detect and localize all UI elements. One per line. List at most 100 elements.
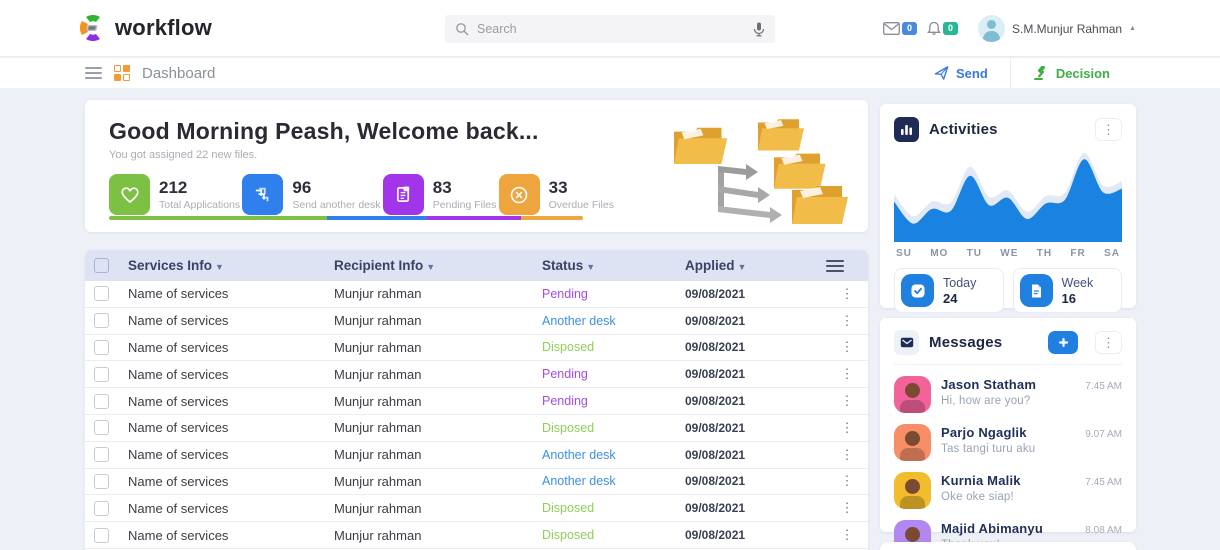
column-status[interactable]: Status ▼ [542, 258, 685, 273]
row-menu-icon[interactable]: ⋮ [826, 473, 868, 489]
table-header: Services Info ▼ Recipient Info ▼ Status ▼ A… [85, 250, 868, 281]
day-label: FR [1070, 248, 1086, 259]
day-label: TH [1036, 248, 1053, 259]
status-cell: Pending [542, 286, 588, 301]
table-row[interactable]: Name of services Munjur rahman Disposed 09/… [85, 495, 868, 523]
plus-icon [1058, 338, 1068, 347]
send-button[interactable]: Send [912, 58, 1011, 88]
column-services-info[interactable]: Services Info ▼ [128, 258, 334, 273]
table-row[interactable]: Name of services Munjur rahman Pending 09/0… [85, 281, 868, 308]
row-menu-icon[interactable]: ⋮ [826, 339, 868, 355]
avatar [894, 472, 931, 509]
decision-button[interactable]: Decision [1010, 58, 1132, 88]
activities-title: Activities [929, 121, 998, 138]
recipient-cell: Munjur rahman [334, 473, 422, 489]
message-time: 9.07 AM [1085, 429, 1122, 440]
status-cell: Another desk [542, 313, 616, 328]
today-card[interactable]: Today 24 [894, 268, 1004, 313]
messages-header: Messages ⋮ [894, 330, 1122, 365]
navbar-left: Dashboard [85, 58, 215, 88]
mail-badge: 0 [902, 22, 918, 35]
top-header: workflow 0 [0, 0, 1220, 57]
menu-icon[interactable] [85, 67, 102, 79]
user-menu[interactable]: S.M.Munjur Rahman ▲ [978, 15, 1136, 42]
message-item[interactable]: Jason Statham 7.45 AM Hi, how are you? [894, 376, 1122, 413]
applied-cell: 09/08/2021 [685, 474, 746, 489]
applied-cell: 09/08/2021 [685, 313, 746, 328]
column-applied[interactable]: Applied ▼ [685, 258, 826, 273]
cross-circle-icon [498, 174, 540, 215]
table-row[interactable]: Name of services Munjur rahman Another des… [85, 441, 868, 469]
row-menu-icon[interactable]: ⋮ [826, 366, 868, 382]
table-row[interactable]: Name of services Munjur rahman Disposed 09/… [85, 414, 868, 442]
file-icon [382, 174, 424, 215]
message-preview: Oke oke siap! [941, 491, 1014, 503]
row-menu-icon[interactable]: ⋮ [826, 313, 868, 329]
table-row[interactable]: Name of services Munjur rahman Pending 09/0… [85, 388, 868, 415]
message-time: 7.45 AM [1085, 381, 1122, 392]
heart-icon [109, 174, 150, 215]
notifications-indicator[interactable]: 0 [927, 21, 959, 36]
row-checkbox[interactable] [94, 420, 109, 436]
messages-menu-icon[interactable]: ⋮ [1095, 331, 1122, 354]
progress-segment [426, 216, 522, 220]
service-cell: Name of services [128, 473, 229, 489]
service-cell: Name of services [128, 286, 229, 302]
row-checkbox[interactable] [94, 473, 109, 489]
service-cell: Name of services [128, 313, 229, 329]
select-all-checkbox[interactable] [94, 258, 109, 273]
table-row[interactable]: Name of services Munjur rahman Another des… [85, 468, 868, 496]
recipient-cell: Munjur rahman [334, 420, 422, 436]
message-item[interactable]: Kurnia Malik 7.45 AM Oke oke siap! [894, 472, 1122, 509]
today-label: Today [943, 275, 977, 290]
activities-menu-icon[interactable]: ⋮ [1095, 118, 1122, 141]
row-checkbox[interactable] [94, 313, 109, 329]
table-row[interactable]: Name of services Munjur rahman Disposed 09/… [85, 522, 868, 549]
row-menu-icon[interactable]: ⋮ [826, 447, 868, 463]
table-row[interactable]: Name of services Munjur rahman Another des… [85, 307, 868, 335]
status-cell: Disposed [542, 501, 595, 516]
row-menu-icon[interactable]: ⋮ [826, 286, 868, 302]
page-navbar: Dashboard Send Decision [0, 58, 1220, 88]
bar-chart-icon [894, 117, 919, 142]
row-menu-icon[interactable]: ⋮ [826, 393, 868, 409]
message-item[interactable]: Parjo Ngaglik 9.07 AM Tas tangi turu aku [894, 424, 1122, 461]
week-card[interactable]: Week 16 [1012, 268, 1122, 313]
table-filter-icon[interactable] [826, 259, 868, 272]
activities-card: Activities ⋮ SU MO TU WE TH FR SA Today [880, 104, 1136, 313]
stat-value: 33 [548, 178, 568, 197]
dashboard-grid-icon[interactable] [114, 65, 130, 81]
column-recipient-info[interactable]: Recipient Info ▼ [334, 258, 542, 273]
brand-logo[interactable]: workflow [78, 13, 212, 43]
new-message-button[interactable] [1048, 331, 1078, 354]
table-row[interactable]: Name of services Munjur rahman Pending 09/0… [85, 361, 868, 389]
row-menu-icon[interactable]: ⋮ [826, 527, 868, 543]
row-checkbox[interactable] [94, 500, 109, 516]
search-bar[interactable] [445, 15, 775, 43]
mail-indicator[interactable]: 0 [883, 22, 918, 35]
activity-summary-row: Today 24 Week 16 [894, 268, 1122, 313]
row-checkbox[interactable] [94, 339, 109, 355]
message-sender: Kurnia Malik [941, 473, 1021, 488]
stat-value: 96 [292, 178, 312, 197]
row-menu-icon[interactable]: ⋮ [826, 420, 868, 436]
row-checkbox[interactable] [94, 527, 109, 543]
message-sender: Majid Abimanyu [941, 521, 1043, 536]
applied-cell: 09/08/2021 [685, 501, 746, 516]
notifications-badge: 0 [943, 22, 959, 35]
welcome-card: Good Morning Peash, Welcome back... You … [85, 100, 868, 232]
row-checkbox[interactable] [94, 447, 109, 463]
row-menu-icon[interactable]: ⋮ [826, 500, 868, 516]
brand-name: workflow [115, 15, 212, 40]
applied-cell: 09/08/2021 [685, 340, 746, 355]
check-square-icon [901, 274, 934, 307]
row-checkbox[interactable] [94, 393, 109, 409]
message-sender: Jason Statham [941, 377, 1037, 392]
chart-area-foreground [894, 159, 1122, 242]
table-row[interactable]: Name of services Munjur rahman Disposed 09/… [85, 334, 868, 362]
gavel-icon [1033, 66, 1046, 80]
microphone-icon[interactable] [753, 22, 765, 37]
search-input[interactable] [477, 22, 745, 36]
row-checkbox[interactable] [94, 286, 109, 302]
row-checkbox[interactable] [94, 366, 109, 382]
